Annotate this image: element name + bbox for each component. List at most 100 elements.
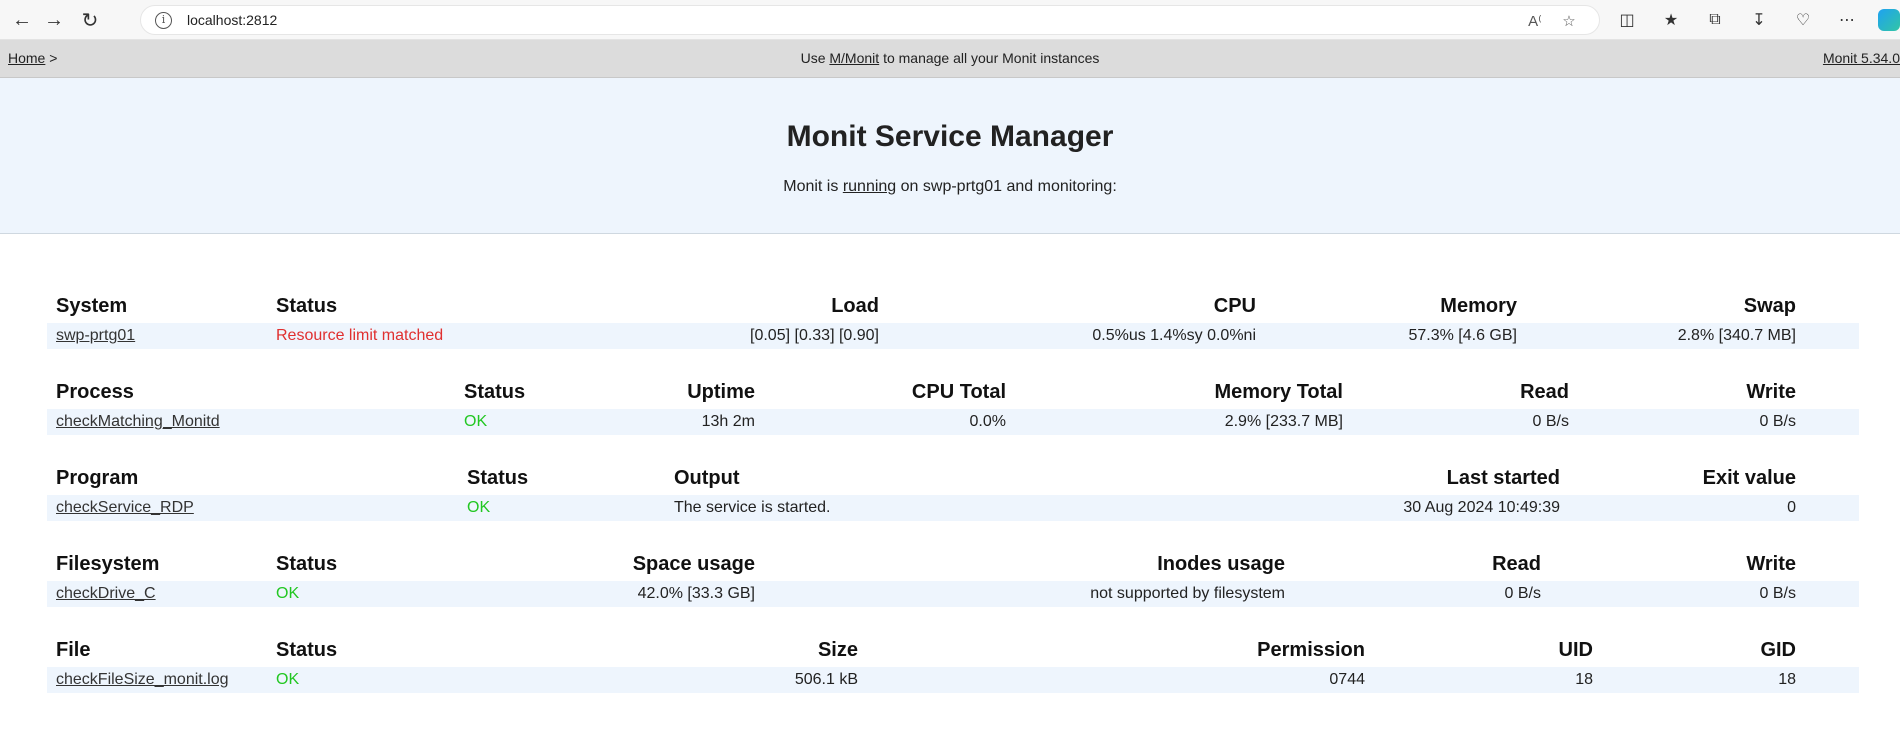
memory-value: 57.3% [4.6 GB] <box>1408 327 1517 344</box>
table-row: checkService_RDP OK The service is start… <box>47 495 1859 521</box>
page-title: Monit Service Manager <box>786 120 1114 153</box>
header-last-started: Last started <box>1446 467 1560 489</box>
monit-nav-bar: Home > Use M/Monit to manage all your Mo… <box>0 40 1900 78</box>
read-value: 0 B/s <box>1504 585 1541 602</box>
more-menu-icon[interactable]: ⋯ <box>1834 8 1860 32</box>
file-name-link[interactable]: checkFileSize_monit.log <box>56 671 229 689</box>
header-uptime: Uptime <box>687 381 755 403</box>
gid-value: 18 <box>1778 671 1796 688</box>
header-memory: Memory <box>1440 295 1517 317</box>
table-header: File Status Size Permission UID GID <box>47 633 1859 667</box>
status-badge: OK <box>467 499 491 516</box>
address-url[interactable]: localhost:2812 <box>187 12 277 28</box>
header-file: File <box>56 639 91 661</box>
table-row: checkMatching_Monitd OK 13h 2m 0.0% 2.9%… <box>47 409 1859 435</box>
memory-total-value: 2.9% [233.7 MB] <box>1224 413 1343 430</box>
read-value: 0 B/s <box>1532 413 1569 430</box>
program-name-link[interactable]: checkService_RDP <box>56 499 194 517</box>
version-area: Monit 5.34.0 <box>1823 50 1900 66</box>
cpu-value: 0.5%us 1.4%sy 0.0%ni <box>1092 327 1256 344</box>
downloads-icon[interactable]: ↧ <box>1746 8 1772 32</box>
table-header: Process Status Uptime CPU Total Memory T… <box>47 375 1859 409</box>
favorite-star-icon[interactable]: ☆ <box>1557 9 1581 33</box>
header-exit-value: Exit value <box>1702 467 1796 489</box>
header-cpu-total: CPU Total <box>911 381 1006 403</box>
process-table: Process Status Uptime CPU Total Memory T… <box>47 375 1859 435</box>
status-badge: OK <box>276 585 300 602</box>
header-status: Status <box>276 639 338 661</box>
split-screen-icon[interactable]: ◫ <box>1614 8 1640 32</box>
space-usage-value: 42.0% [33.3 GB] <box>637 585 755 602</box>
favorites-icon[interactable]: ★ <box>1658 8 1684 32</box>
status-prefix: Monit is <box>783 178 839 195</box>
table-row: checkDrive_C OK 42.0% [33.3 GB] not supp… <box>47 581 1859 607</box>
swap-value: 2.8% [340.7 MB] <box>1677 327 1796 344</box>
inodes-usage-value: not supported by filesystem <box>1090 585 1285 602</box>
hero-banner: Monit Service Manager Monit is running o… <box>0 78 1900 234</box>
table-header: Program Status Output Last started Exit … <box>47 461 1859 495</box>
output-value: The service is started. <box>674 499 831 516</box>
header-memory-total: Memory Total <box>1214 381 1343 403</box>
file-table: File Status Size Permission UID GID chec… <box>47 633 1859 693</box>
filesystem-table: Filesystem Status Space usage Inodes usa… <box>47 547 1859 607</box>
header-read: Read <box>1492 553 1541 575</box>
process-name-link[interactable]: checkMatching_Monitd <box>56 413 220 431</box>
system-name-link[interactable]: swp-prtg01 <box>56 327 135 345</box>
header-size: Size <box>817 639 858 661</box>
table-header: System Status Load CPU Memory Swap <box>47 289 1859 323</box>
header-process: Process <box>56 381 134 403</box>
header-read: Read <box>1520 381 1569 403</box>
promo-prefix: Use <box>800 50 826 66</box>
collections-icon[interactable]: ⧉ <box>1702 8 1728 32</box>
uid-value: 18 <box>1575 671 1593 688</box>
header-status: Status <box>467 467 529 489</box>
copilot-icon[interactable] <box>1878 9 1900 31</box>
header-load: Load <box>831 295 879 317</box>
header-gid: GID <box>1760 639 1796 661</box>
monit-status-line: Monit is running on swp-prtg01 and monit… <box>0 178 1900 196</box>
cpu-total-value: 0.0% <box>969 413 1006 430</box>
header-filesystem: Filesystem <box>56 553 160 575</box>
header-status: Status <box>276 295 338 317</box>
refresh-icon[interactable]: ↻ <box>78 8 102 32</box>
table-row: checkFileSize_monit.log OK 506.1 kB 0744… <box>47 667 1859 693</box>
header-inodes-usage: Inodes usage <box>1157 553 1285 575</box>
program-table: Program Status Output Last started Exit … <box>47 461 1859 521</box>
header-write: Write <box>1746 381 1796 403</box>
version-link[interactable]: Monit 5.34.0 <box>1823 50 1900 66</box>
running-link[interactable]: running <box>843 178 896 195</box>
header-status: Status <box>276 553 338 575</box>
back-icon[interactable]: ← <box>10 8 34 32</box>
header-program: Program <box>56 467 139 489</box>
browser-essentials-icon[interactable]: ♡ <box>1790 8 1816 32</box>
browser-toolbar: ← → ↻ i localhost:2812 A⁽ ☆ ◫ ★ ⧉ ↧ ♡ ⋯ <box>0 0 1900 40</box>
status-badge: OK <box>464 413 488 430</box>
forward-icon[interactable]: → <box>42 8 66 32</box>
header-cpu: CPU <box>1213 295 1256 317</box>
exit-value: 0 <box>1787 499 1796 516</box>
last-started-value: 30 Aug 2024 10:49:39 <box>1403 499 1560 516</box>
read-aloud-icon[interactable]: A⁽ <box>1523 9 1547 33</box>
status-badge: Resource limit matched <box>276 327 444 344</box>
mmonit-promo: Use M/Monit to manage all your Monit ins… <box>0 50 1900 66</box>
header-system: System <box>56 295 128 317</box>
status-badge: OK <box>276 671 300 688</box>
write-value: 0 B/s <box>1759 413 1796 430</box>
uptime-value: 13h 2m <box>701 413 755 430</box>
promo-suffix: to manage all your Monit instances <box>883 50 1100 66</box>
address-bar[interactable]: i localhost:2812 A⁽ ☆ <box>140 5 1600 35</box>
header-status: Status <box>464 381 526 403</box>
header-swap: Swap <box>1743 295 1796 317</box>
filesystem-name-link[interactable]: checkDrive_C <box>56 585 156 603</box>
system-table: System Status Load CPU Memory Swap swp-p… <box>47 289 1859 349</box>
header-uid: UID <box>1558 639 1593 661</box>
site-info-icon[interactable]: i <box>155 12 172 29</box>
header-space-usage: Space usage <box>632 553 755 575</box>
load-value: [0.05] [0.33] [0.90] <box>750 327 879 344</box>
header-output: Output <box>674 467 740 489</box>
table-header: Filesystem Status Space usage Inodes usa… <box>47 547 1859 581</box>
header-permission: Permission <box>1257 639 1365 661</box>
permission-value: 0744 <box>1329 671 1365 688</box>
mmonit-link[interactable]: M/Monit <box>829 50 879 66</box>
table-row: swp-prtg01 Resource limit matched [0.05]… <box>47 323 1859 349</box>
